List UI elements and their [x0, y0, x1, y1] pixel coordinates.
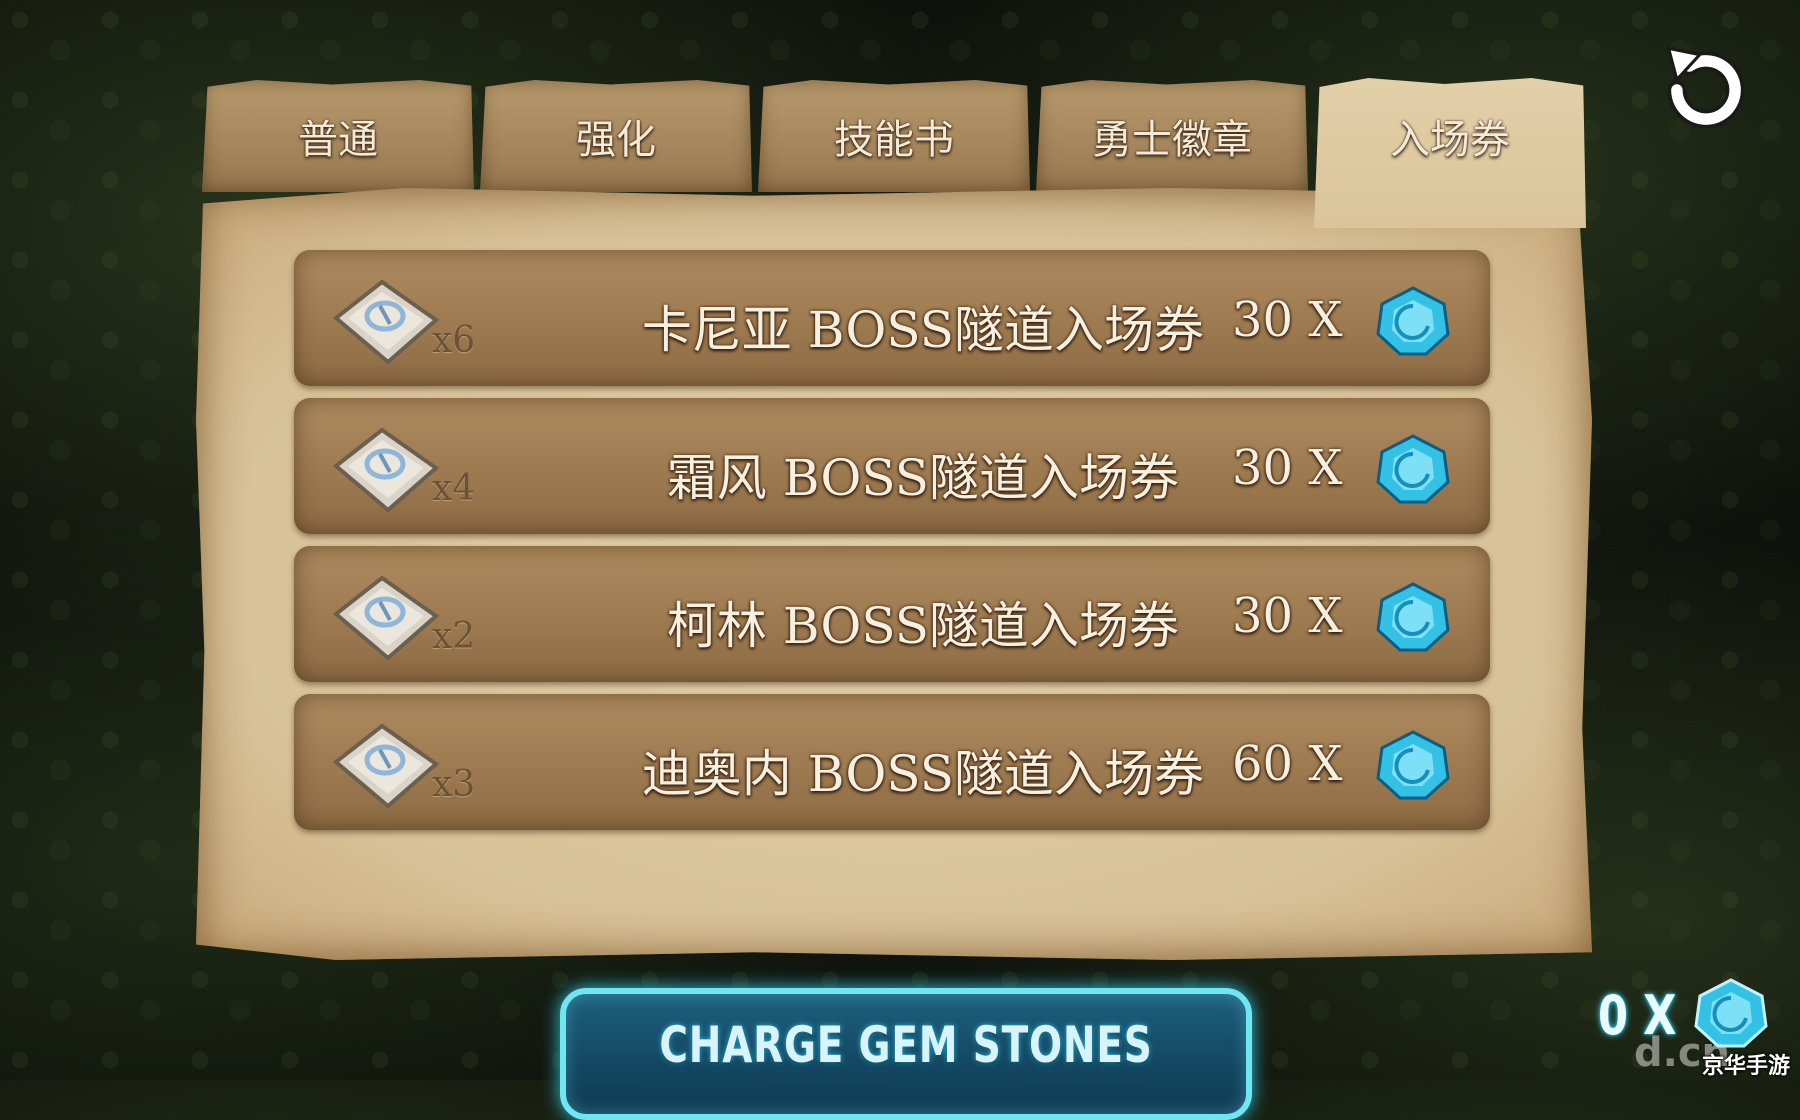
charge-button-label: CHARGE GEM STONES [659, 1016, 1153, 1074]
tab-tickets[interactable]: 入场券 [1314, 78, 1586, 228]
shop-item-row[interactable]: x3 迪奥内 BOSS隧道入场券 60 X [294, 694, 1490, 830]
watermark-text: 京华手游 [1702, 1054, 1791, 1079]
tab-label: 普通 [298, 117, 378, 163]
tab-label: 勇士徽章 [1092, 117, 1252, 163]
ticket-icon [332, 723, 440, 809]
ticket-icon [332, 279, 440, 365]
gem-icon [1376, 286, 1450, 356]
tab-label: 强化 [576, 117, 656, 163]
item-name: 霜风 BOSS隧道入场券 [666, 449, 1179, 507]
tab-normal[interactable]: 普通 [202, 80, 474, 192]
gem-icon [1376, 582, 1450, 652]
watermark: d.cn 京华手游 [1634, 1030, 1798, 1079]
item-name: 卡尼亚 BOSS隧道入场券 [641, 301, 1204, 359]
charge-gem-stones-button[interactable]: CHARGE GEM STONES [560, 988, 1252, 1120]
tab-skill-book[interactable]: 技能书 [758, 80, 1030, 192]
gem-icon [1376, 434, 1450, 504]
tab-label: 入场券 [1390, 117, 1510, 163]
item-name: 迪奥内 BOSS隧道入场券 [641, 745, 1204, 803]
shop-item-row[interactable]: x6 卡尼亚 BOSS隧道入场券 30 X [294, 250, 1490, 386]
shop-panel: x6 卡尼亚 BOSS隧道入场券 30 X x4 霜风 BOSS隧道入场券 30… [196, 188, 1592, 960]
item-price: 30 X [1232, 588, 1343, 644]
shop-item-row[interactable]: x2 柯林 BOSS隧道入场券 30 X [294, 546, 1490, 682]
tab-warrior-badge[interactable]: 勇士徽章 [1036, 80, 1308, 192]
tab-label: 技能书 [834, 117, 954, 163]
ticket-icon [332, 575, 440, 661]
tab-enhance[interactable]: 强化 [480, 80, 752, 192]
item-name: 柯林 BOSS隧道入场券 [666, 597, 1179, 655]
refresh-icon[interactable] [1654, 38, 1758, 142]
item-price: 60 X [1232, 736, 1343, 792]
ticket-icon [332, 427, 440, 513]
item-price: 30 X [1232, 292, 1343, 348]
item-price: 30 X [1232, 440, 1343, 496]
gem-icon [1376, 730, 1450, 800]
shop-item-row[interactable]: x4 霜风 BOSS隧道入场券 30 X [294, 398, 1490, 534]
